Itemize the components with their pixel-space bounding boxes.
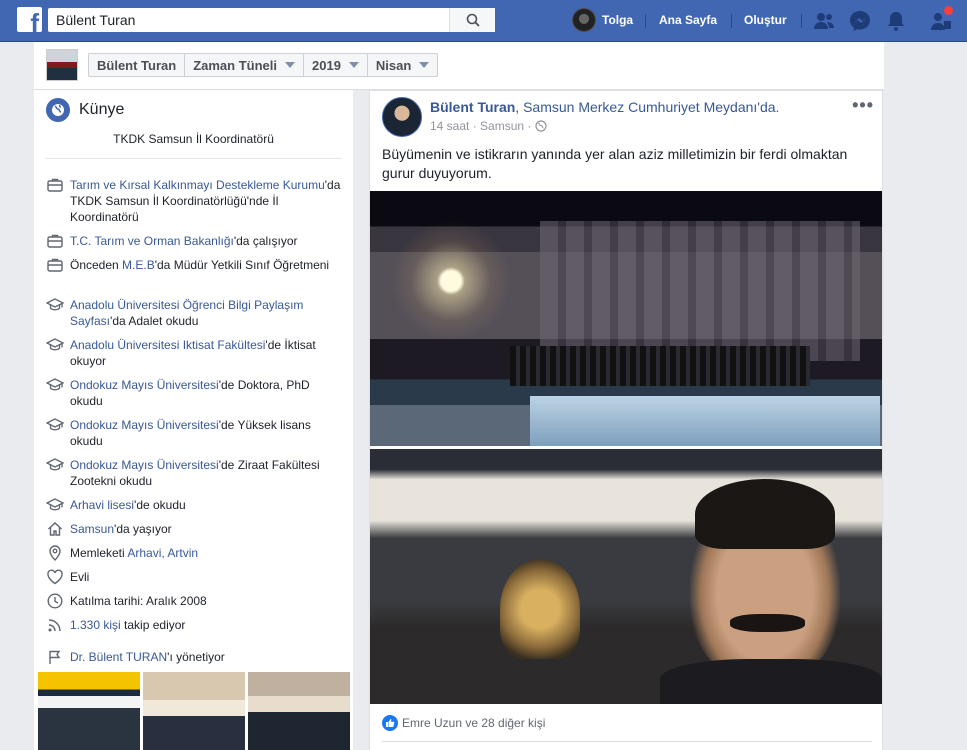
school-link[interactable]: Anadolu Üniversitesi Iktisat Fakültesi	[70, 338, 265, 352]
graduation-cap-icon	[46, 418, 64, 431]
breadcrumb-timeline-dropdown[interactable]: Zaman Tüneli	[185, 54, 304, 76]
globe-icon[interactable]	[535, 120, 547, 132]
work-link[interactable]: T.C. Tarım ve Orman Bakanlığı	[70, 234, 234, 248]
search-button[interactable]	[449, 8, 495, 32]
friend-requests-icon[interactable]	[812, 9, 836, 33]
profile-thumbnail[interactable]	[46, 49, 78, 81]
briefcase-icon	[47, 234, 63, 248]
followers-link[interactable]: 1.330 kişi	[70, 618, 121, 632]
nav-user-name: Tolga	[602, 13, 634, 27]
notification-badge	[944, 6, 953, 15]
facebook-logo[interactable]: f	[17, 7, 42, 32]
chevron-down-icon	[285, 62, 295, 68]
post-location[interactable]: Samsun	[480, 119, 524, 133]
more-options-icon[interactable]: •••	[852, 95, 874, 116]
relationship-item: Evli	[46, 569, 342, 586]
nav-home-link[interactable]: Ana Sayfa	[659, 13, 717, 27]
education-item: Ondokuz Mayıs Üniversitesi'de Yüksek lis…	[46, 417, 342, 449]
post-timestamp[interactable]: 14 saat	[430, 119, 469, 133]
current-city-item: Samsun'da yaşıyor	[46, 521, 342, 538]
school-link[interactable]: Ondokuz Mayıs Üniversitesi	[70, 458, 219, 472]
reactions-summary[interactable]: Emre Uzun ve 28 diğer kişi	[382, 715, 545, 731]
breadcrumb: Bülent Turan Zaman Tüneli 2019 Nisan	[88, 53, 439, 77]
hometown-link[interactable]: Arhavi, Artvin	[127, 546, 198, 560]
graduation-cap-icon	[46, 498, 64, 511]
education-item: Ondokuz Mayıs Üniversitesi'de Ziraat Fak…	[46, 457, 342, 489]
search-input[interactable]	[48, 8, 448, 32]
flag-icon	[49, 650, 61, 664]
nav-divider	[645, 14, 646, 28]
notifications-bell-icon[interactable]	[884, 9, 908, 33]
work-item: Önceden M.E.B'da Müdür Yetkili Sınıf Öğr…	[46, 257, 342, 274]
school-link[interactable]: Ondokuz Mayıs Üniversitesi	[70, 378, 219, 392]
photo-thumbnail[interactable]	[38, 672, 140, 750]
city-link[interactable]: Samsun	[70, 522, 114, 536]
bio-text: TKDK Samsun İl Koordinatörü	[113, 132, 274, 146]
chevron-down-icon	[419, 62, 430, 68]
briefcase-icon	[47, 258, 63, 272]
post-photo[interactable]	[370, 449, 882, 704]
like-icon	[382, 715, 398, 731]
home-icon	[48, 522, 62, 536]
nav-divider	[801, 14, 802, 28]
education-item: Anadolu Üniversitesi Iktisat Fakültesi'd…	[46, 337, 342, 369]
school-link[interactable]: Arhavi lisesi	[70, 498, 134, 512]
nav-profile-link[interactable]: Tolga	[572, 8, 633, 32]
intro-panel: Künye TKDK Samsun İl Koordinatörü Tarım …	[34, 90, 353, 750]
avatar	[572, 8, 596, 32]
place-link[interactable]: Samsun Merkez Cumhuriyet Meydanı	[523, 99, 757, 115]
graduation-cap-icon	[46, 378, 64, 391]
post-header: Bülent Turan, Samsun Merkez Cumhuriyet M…	[430, 99, 780, 115]
breadcrumb-profile[interactable]: Bülent Turan	[89, 54, 186, 76]
work-item: Tarım ve Kırsal Kalkınmayı Destekleme Ku…	[46, 177, 342, 225]
joined-item: Katılma tarihi: Aralık 2008	[46, 593, 342, 610]
post-meta: 14 saat · Samsun ·	[430, 119, 547, 133]
breadcrumb-year-dropdown[interactable]: 2019	[304, 54, 368, 76]
graduation-cap-icon	[46, 458, 64, 471]
globe-icon	[46, 98, 70, 122]
education-item: Ondokuz Mayıs Üniversitesi'de Doktora, P…	[46, 377, 342, 409]
photo-thumbnail[interactable]	[143, 672, 245, 750]
avatar[interactable]	[382, 97, 422, 137]
page-manage-item: Dr. Bülent TURAN'ı yönetiyor	[46, 649, 342, 666]
work-link[interactable]: Tarım ve Kırsal Kalkınmayı Destekleme Ku…	[70, 178, 325, 192]
intro-title: Künye	[79, 101, 125, 118]
followers-item: 1.330 kişi takip ediyor	[46, 617, 342, 634]
divider	[46, 158, 342, 159]
heart-icon	[47, 569, 63, 585]
post-text: Büyümenin ve istikrarın yanında yer alan…	[382, 146, 848, 181]
school-link[interactable]: Ondokuz Mayıs Üniversitesi	[70, 418, 219, 432]
post-photo[interactable]	[370, 191, 882, 446]
breadcrumb-month-dropdown[interactable]: Nisan	[368, 54, 437, 76]
search-icon	[466, 13, 480, 27]
rss-icon	[48, 619, 61, 632]
location-pin-icon	[49, 545, 61, 561]
education-item: Arhavi lisesi'de okudu	[46, 497, 342, 514]
work-link[interactable]: M.E.B	[122, 258, 155, 272]
hometown-item: Memleketi Arhavi, Artvin	[46, 545, 342, 562]
search-box	[48, 8, 495, 32]
timeline-post: Bülent Turan, Samsun Merkez Cumhuriyet M…	[369, 90, 883, 750]
reactions-text: Emre Uzun ve 28 diğer kişi	[402, 716, 546, 730]
briefcase-icon	[47, 178, 63, 192]
top-navigation-bar: f Tolga Ana Sayfa Oluştur	[0, 0, 967, 42]
photo-grid	[38, 672, 350, 750]
graduation-cap-icon	[46, 338, 64, 351]
timeline-subheader: Bülent Turan Zaman Tüneli 2019 Nisan	[34, 42, 884, 90]
author-link[interactable]: Bülent Turan	[430, 99, 515, 115]
intro-header: Künye	[46, 98, 124, 122]
clock-icon	[47, 593, 63, 609]
managed-page-link[interactable]: Dr. Bülent TURAN	[70, 650, 167, 664]
chevron-down-icon	[348, 62, 359, 68]
graduation-cap-icon	[46, 298, 64, 311]
divider	[382, 741, 872, 742]
messenger-icon[interactable]	[848, 9, 872, 33]
nav-divider	[731, 14, 732, 28]
nav-create-link[interactable]: Oluştur	[744, 13, 787, 27]
work-item: T.C. Tarım ve Orman Bakanlığı'da çalışıy…	[46, 233, 342, 250]
photo-thumbnail[interactable]	[248, 672, 350, 750]
education-item: Anadolu Üniversitesi Öğrenci Bilgi Payla…	[46, 297, 342, 329]
